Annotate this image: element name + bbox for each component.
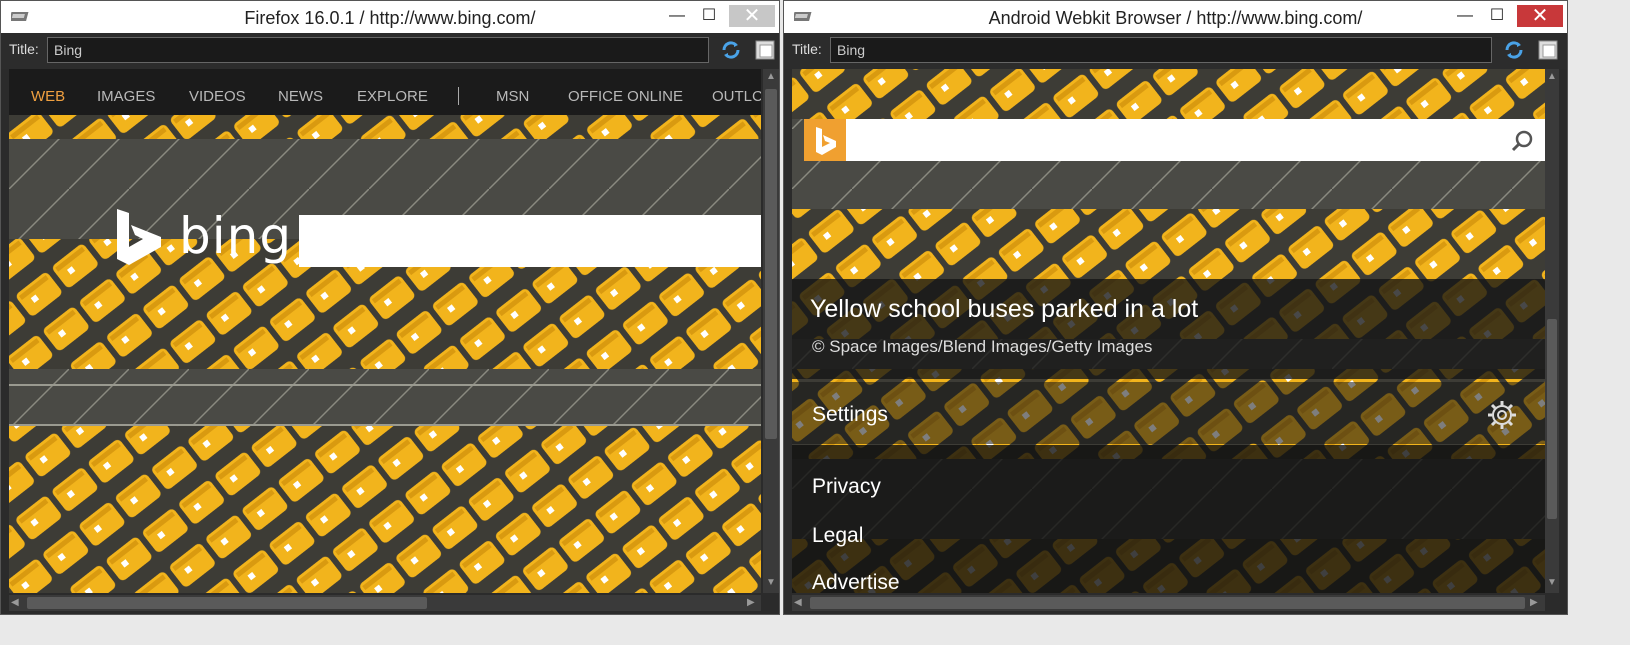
nav-videos[interactable]: VIDEOS <box>189 88 246 105</box>
firefox-window: Firefox 16.0.1 / http://www.bing.com/ — … <box>0 0 780 615</box>
nav-separator <box>458 87 459 105</box>
scroll-up-arrow[interactable]: ▲ <box>1547 71 1557 82</box>
bing-logo-icon <box>117 209 161 265</box>
minimize-button[interactable]: — <box>1447 5 1483 27</box>
legal-link[interactable]: Legal <box>812 524 863 548</box>
scroll-right-arrow[interactable]: ▶ <box>747 597 755 608</box>
background-photo <box>9 69 761 593</box>
maximize-button[interactable]: ☐ <box>1479 5 1515 27</box>
image-info-panel <box>792 279 1545 379</box>
settings-row[interactable] <box>792 382 1545 444</box>
bing-top-nav: WEB IMAGES VIDEOS NEWS EXPLORE MSN OFFIC… <box>9 69 761 115</box>
bing-logo-text: bing <box>179 207 293 265</box>
image-caption[interactable]: Yellow school buses parked in a lot <box>810 295 1198 324</box>
nav-outlook[interactable]: OUTLC <box>712 88 761 105</box>
settings-link[interactable]: Settings <box>812 403 888 427</box>
scrollbar-thumb[interactable] <box>1547 319 1557 519</box>
nav-explore[interactable]: EXPLORE <box>357 88 428 105</box>
search-icon[interactable] <box>1510 129 1534 153</box>
nav-msn[interactable]: MSN <box>496 88 529 105</box>
title-label: Title: <box>9 41 39 57</box>
refresh-icon[interactable] <box>719 38 743 62</box>
firefox-page: WEB IMAGES VIDEOS NEWS EXPLORE MSN OFFIC… <box>9 69 761 593</box>
android-page: Yellow school buses parked in a lot © Sp… <box>792 69 1545 593</box>
nav-office-online[interactable]: OFFICE ONLINE <box>568 88 683 105</box>
scrollbar-thumb[interactable] <box>27 597 427 609</box>
firefox-titlebar: Firefox 16.0.1 / http://www.bing.com/ — … <box>1 1 779 33</box>
scroll-down-arrow[interactable]: ▼ <box>766 577 776 588</box>
privacy-link[interactable]: Privacy <box>812 475 881 499</box>
scroll-up-arrow[interactable]: ▲ <box>766 71 776 82</box>
scroll-down-arrow[interactable]: ▼ <box>1547 577 1557 588</box>
advertise-link[interactable]: Advertise <box>812 571 900 593</box>
page-icon[interactable] <box>1536 38 1560 62</box>
footer-links-panel <box>792 445 1545 593</box>
nav-web[interactable]: WEB <box>31 88 65 105</box>
close-button[interactable]: ✕ <box>729 5 775 27</box>
minimize-button[interactable]: — <box>659 5 695 27</box>
horizontal-scrollbar[interactable]: ◀ ▶ <box>9 595 761 611</box>
vertical-scrollbar[interactable]: ▲ ▼ <box>763 69 779 593</box>
android-titlebar: Android Webkit Browser / http://www.bing… <box>784 1 1567 33</box>
gear-icon[interactable] <box>1486 399 1518 431</box>
scroll-right-arrow[interactable]: ▶ <box>1530 597 1538 608</box>
refresh-icon[interactable] <box>1502 38 1526 62</box>
maximize-button[interactable]: ☐ <box>691 5 727 27</box>
android-toolbar: Title: <box>784 33 1567 69</box>
scrollbar-thumb[interactable] <box>810 597 1525 609</box>
nav-images[interactable]: IMAGES <box>97 88 155 105</box>
horizontal-scrollbar[interactable]: ◀ ▶ <box>792 595 1545 611</box>
scrollbar-thumb[interactable] <box>765 89 777 439</box>
title-label: Title: <box>792 41 822 57</box>
nav-news[interactable]: NEWS <box>278 88 323 105</box>
firefox-toolbar: Title: <box>1 33 779 69</box>
scroll-left-arrow[interactable]: ◀ <box>794 597 802 608</box>
close-button[interactable]: ✕ <box>1517 5 1563 27</box>
title-input[interactable] <box>47 37 709 63</box>
vertical-scrollbar[interactable]: ▲ ▼ <box>1545 69 1559 593</box>
title-input[interactable] <box>830 37 1492 63</box>
android-webkit-window: Android Webkit Browser / http://www.bing… <box>783 0 1568 615</box>
image-credit: © Space Images/Blend Images/Getty Images <box>812 337 1153 356</box>
scroll-left-arrow[interactable]: ◀ <box>11 597 19 608</box>
search-bar[interactable] <box>804 119 1545 161</box>
search-input[interactable] <box>299 215 761 267</box>
bing-logo-icon <box>804 119 846 161</box>
page-icon[interactable] <box>753 38 777 62</box>
